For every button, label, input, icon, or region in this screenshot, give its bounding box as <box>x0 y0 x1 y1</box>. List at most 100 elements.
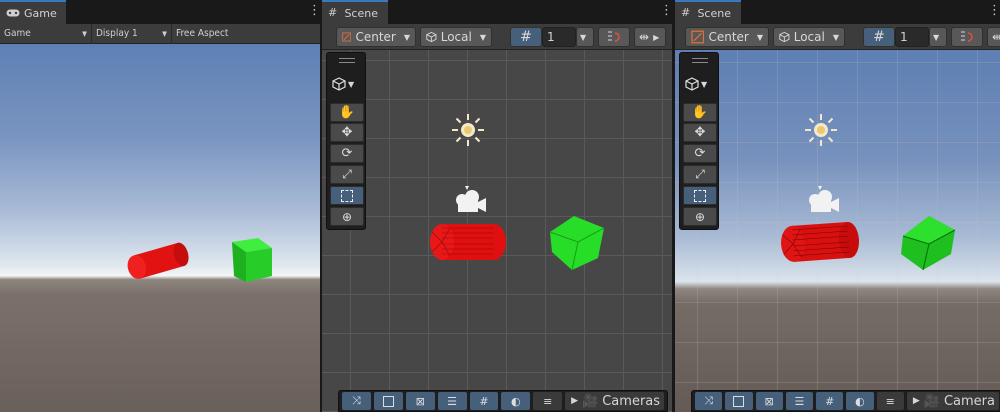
move-tool-icon: ✥ <box>341 125 353 140</box>
scene-toolbar: Center ▼ Local ▼ # 1 ▼ ⇹ <box>675 24 1000 50</box>
grid-snap-dropdown[interactable]: ▼ <box>576 27 594 47</box>
space-dropdown[interactable]: Local ▼ <box>420 27 492 47</box>
aspect-dropdown[interactable]: Free Aspect <box>172 24 318 44</box>
game-viewport[interactable] <box>0 44 320 412</box>
red-cylinder <box>430 224 506 260</box>
chevron-right-icon: ▶ <box>653 32 660 42</box>
snap-button[interactable]: ⤨ <box>342 392 371 410</box>
game-mode-dropdown[interactable]: Game ▼ <box>0 23 92 44</box>
tab-game[interactable]: Game <box>0 0 66 24</box>
drag-handle[interactable] <box>692 58 708 63</box>
increment-snap-button[interactable] <box>951 27 983 47</box>
hand-tool-button[interactable]: ✋ <box>330 103 364 122</box>
aspect-value: Free Aspect <box>176 28 229 39</box>
grid-snap-toggle[interactable]: # <box>863 27 895 47</box>
gamepad-icon <box>6 8 20 18</box>
sphere-button[interactable]: ◐ <box>846 392 874 410</box>
more-overlay-button[interactable]: ≡ <box>876 392 904 410</box>
scene-overlay-bar: ⤨ ⊠ ☰ # ◐ ≡ ▶ 🎥 Cameras <box>338 390 668 412</box>
display-value: Display 1 <box>96 28 138 39</box>
scale-tool-button[interactable]: ⤢ <box>683 165 717 184</box>
display-dropdown[interactable]: Display 1 ▼ <box>92 23 172 44</box>
move-tool-button[interactable]: ✥ <box>330 123 364 142</box>
tab-scene[interactable]: # Scene <box>675 0 741 24</box>
move-tool-button[interactable]: ✥ <box>683 123 717 142</box>
sphere-button[interactable]: ◐ <box>501 392 531 410</box>
grid-icon: # <box>520 29 532 45</box>
pivot-dropdown[interactable]: Center ▼ <box>336 27 416 47</box>
drag-handle[interactable] <box>339 58 355 63</box>
rotate-tool-button[interactable]: ⟳ <box>683 144 717 163</box>
cube-outline-icon <box>779 31 790 43</box>
cube-outline-icon <box>426 31 437 43</box>
grid-snap-dropdown[interactable]: ▼ <box>929 27 947 47</box>
list-icon: ≡ <box>885 394 895 408</box>
tab-scene[interactable]: # Scene <box>322 0 388 24</box>
grid-snap-toggle[interactable]: # <box>510 27 542 47</box>
move-icon: ⇹ <box>639 30 650 44</box>
grid-overlay-button[interactable]: # <box>816 392 844 410</box>
view-options-dropdown[interactable]: ▼ <box>685 75 715 93</box>
scene-panel-menu-icon[interactable]: ⋮ <box>988 4 1000 18</box>
red-cylinder <box>781 222 859 262</box>
video-camera-icon: 🎥 <box>582 393 599 409</box>
scale-tool-button[interactable]: ⤢ <box>330 165 364 184</box>
scene-viewport-perspective[interactable] <box>675 50 1000 412</box>
chevron-down-icon: ▼ <box>701 79 708 89</box>
navigation-button[interactable]: ⊠ <box>405 392 435 410</box>
pivot-value: Center <box>355 30 396 44</box>
snap-button[interactable]: ⤨ <box>695 392 723 410</box>
game-panel: Game ⋮ Game ▼ Display 1 ▼ Free Aspect <box>0 0 320 412</box>
scene-tabbar: # Scene ⋮ <box>322 0 672 24</box>
scale-tool-icon: ⤢ <box>695 167 705 181</box>
rotate-tool-button[interactable]: ⟳ <box>330 144 364 163</box>
scene-panel-ortho: # Scene ⋮ Center ▼ Local ▼ # 1 ▼ ⇹ ▶ ▼ ✋… <box>322 0 672 412</box>
increment-snap-button[interactable] <box>598 27 630 47</box>
navigation-icon: ⊠ <box>764 394 774 408</box>
game-panel-menu-icon[interactable]: ⋮ <box>308 4 320 18</box>
cube-outline-icon <box>685 77 699 91</box>
grid-snap-value-field[interactable]: 1 <box>895 27 929 47</box>
chevron-down-icon: ▼ <box>82 29 87 38</box>
cameras-label: Camera <box>943 393 995 409</box>
scene-viewport-ortho[interactable] <box>322 50 672 412</box>
rect-tool-button[interactable] <box>683 186 717 205</box>
rect-overlay-button[interactable] <box>373 392 403 410</box>
rect-overlay-icon <box>733 395 745 407</box>
rect-overlay-icon <box>382 395 394 407</box>
snap-icon: ⤨ <box>352 394 361 407</box>
rect-tool-button[interactable] <box>330 186 364 205</box>
game-mode-value: Game <box>4 28 31 39</box>
red-cylinder <box>127 242 189 279</box>
scene-overlay-bar: ⤨ ⊠ ☰ # ◐ ≡ ▶ 🎥 Camera <box>691 390 1000 412</box>
cameras-button[interactable]: ▶ 🎥 Cameras <box>565 392 665 410</box>
rect-overlay-button[interactable] <box>725 392 753 410</box>
view-options-dropdown[interactable]: ▼ <box>332 75 362 93</box>
more-overlay-button[interactable]: ≡ <box>533 392 563 410</box>
sphere-icon: ◐ <box>855 394 865 408</box>
space-dropdown[interactable]: Local ▼ <box>773 27 845 47</box>
rotate-tool-icon: ⟳ <box>341 146 353 161</box>
scene-panel-menu-icon[interactable]: ⋮ <box>660 4 672 18</box>
snap-increment-icon <box>961 31 973 42</box>
hash-icon: # <box>681 6 691 19</box>
grid-snap-value-field[interactable]: 1 <box>542 27 576 47</box>
transform-tool-button[interactable]: ⊕ <box>330 207 364 226</box>
lighting-button[interactable]: ☰ <box>437 392 467 410</box>
cameras-button[interactable]: ▶ 🎥 Camera <box>906 392 999 410</box>
cameras-label: Cameras <box>602 393 661 409</box>
lighting-icon: ☰ <box>447 394 457 408</box>
pivot-dropdown[interactable]: Center ▼ <box>685 27 769 47</box>
lighting-icon: ☰ <box>794 394 805 408</box>
grid-overlay-button[interactable]: # <box>469 392 499 410</box>
video-camera-icon: 🎥 <box>923 393 940 409</box>
cube-outline-icon <box>332 77 346 91</box>
transform-tool-button[interactable]: ⊕ <box>683 207 717 226</box>
chevron-down-icon: ▼ <box>479 32 486 42</box>
lighting-button[interactable]: ☰ <box>785 392 814 410</box>
hash-icon: # <box>328 6 338 19</box>
more-tools-button[interactable]: ⇹ <box>987 27 1000 47</box>
more-tools-button[interactable]: ⇹ ▶ <box>634 27 666 47</box>
hand-tool-button[interactable]: ✋ <box>683 103 717 122</box>
navigation-button[interactable]: ⊠ <box>755 392 783 410</box>
